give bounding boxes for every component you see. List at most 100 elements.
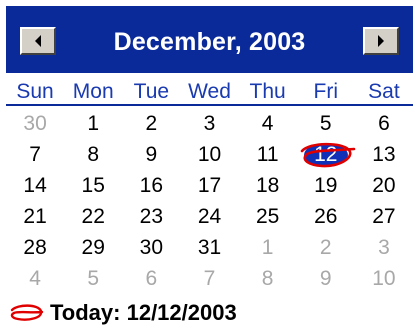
- day-cell[interactable]: 5: [297, 108, 355, 139]
- weekday-label: Sun: [16, 80, 54, 103]
- day-cell[interactable]: 10: [355, 263, 413, 294]
- day-cell[interactable]: 21: [6, 201, 64, 232]
- today-ring-icon: [10, 304, 44, 321]
- day-cell[interactable]: 10: [180, 139, 238, 170]
- day-cell[interactable]: 1: [64, 108, 122, 139]
- day-number: 14: [23, 174, 47, 197]
- day-number: 12: [314, 143, 338, 166]
- day-cell[interactable]: 22: [64, 201, 122, 232]
- day-cell[interactable]: 31: [180, 232, 238, 263]
- day-number: 7: [29, 143, 41, 166]
- day-number: 10: [197, 143, 222, 166]
- day-cell[interactable]: 4: [6, 263, 64, 294]
- day-number: 16: [139, 174, 164, 197]
- weekday-label: Fri: [313, 80, 339, 103]
- day-cell[interactable]: 7: [180, 263, 238, 294]
- weekday-label: Tue: [133, 80, 170, 103]
- day-cell[interactable]: 29: [64, 232, 122, 263]
- day-number: 20: [372, 174, 396, 197]
- day-cell[interactable]: 5: [64, 263, 122, 294]
- weekday-header: Sun Mon Tue Wed Thu Fri Sat: [6, 80, 413, 106]
- day-number: 4: [261, 112, 274, 135]
- day-cell[interactable]: 26: [297, 201, 355, 232]
- day-number: 28: [23, 236, 47, 259]
- day-number: 10: [372, 267, 396, 290]
- day-cell[interactable]: 6: [355, 108, 413, 139]
- day-number: 9: [319, 267, 332, 290]
- day-cell[interactable]: 20: [355, 170, 413, 201]
- day-cell[interactable]: 23: [122, 201, 180, 232]
- day-number: 30: [139, 236, 164, 259]
- right-arrow-icon: [378, 35, 384, 47]
- day-cell[interactable]: 9: [122, 139, 180, 170]
- day-number: 27: [372, 205, 396, 228]
- day-number: 1: [87, 112, 100, 135]
- day-number: 24: [197, 205, 222, 228]
- day-cell[interactable]: 30: [6, 108, 64, 139]
- day-number: 22: [81, 205, 105, 228]
- day-cell[interactable]: 27: [355, 201, 413, 232]
- day-number: 23: [139, 205, 164, 228]
- day-number: 4: [29, 267, 41, 290]
- today-label: Today: 12/12/2003: [50, 300, 237, 325]
- day-cell-today[interactable]: 12: [297, 139, 356, 170]
- day-cell[interactable]: 3: [355, 232, 413, 263]
- day-number: 13: [372, 143, 396, 166]
- day-number: 11: [256, 143, 279, 166]
- weekday-label: Mon: [72, 80, 114, 103]
- day-number: 31: [197, 236, 222, 259]
- weekday-label: Sat: [368, 80, 400, 103]
- day-cell[interactable]: 15: [64, 170, 122, 201]
- day-number: 6: [145, 267, 158, 290]
- calendar-title-bar: December, 2003: [0, 0, 419, 79]
- day-cell[interactable]: 2: [297, 232, 355, 263]
- day-cell[interactable]: 24: [180, 201, 238, 232]
- day-number: 15: [81, 174, 105, 197]
- day-cell[interactable]: 3: [180, 108, 238, 139]
- day-cell[interactable]: 4: [239, 108, 297, 139]
- day-cell[interactable]: 16: [122, 170, 180, 201]
- day-cell[interactable]: 18: [239, 170, 297, 201]
- day-cell[interactable]: 25: [239, 201, 297, 232]
- day-cell[interactable]: 7: [6, 139, 64, 170]
- day-cell[interactable]: 8: [64, 139, 122, 170]
- day-number: 3: [203, 112, 216, 135]
- day-number: 21: [23, 205, 47, 228]
- day-cell[interactable]: 11: [239, 139, 297, 170]
- day-number: 1: [261, 236, 274, 259]
- month-calendar: December, 2003 Sun Mon Tue Wed Thu Fri S…: [0, 0, 419, 330]
- day-number: 18: [255, 174, 280, 197]
- day-cell[interactable]: 19: [297, 170, 355, 201]
- day-number: 8: [87, 143, 100, 166]
- day-number: 2: [145, 112, 158, 135]
- calendar-title-background: December, 2003: [6, 6, 413, 73]
- day-cell[interactable]: 30: [122, 232, 180, 263]
- day-number: 9: [145, 143, 158, 166]
- day-number: 7: [203, 267, 216, 290]
- day-cell[interactable]: 1: [239, 232, 297, 263]
- day-number: 17: [197, 174, 222, 197]
- day-number: 8: [261, 267, 274, 290]
- day-number: 26: [314, 205, 338, 228]
- today-link[interactable]: Today: 12/12/2003: [8, 298, 237, 328]
- day-grid: 30 1 2 3 4 5 6 7 8 9 10 11 12 13 14 15 16 17 18 19 20 21 22 23 2…: [6, 108, 413, 294]
- day-number: 5: [319, 112, 332, 135]
- next-month-button[interactable]: [363, 27, 399, 55]
- month-year-title[interactable]: December, 2003: [6, 6, 413, 79]
- day-number: 29: [81, 236, 105, 259]
- day-cell[interactable]: 28: [6, 232, 64, 263]
- day-number: 2: [319, 236, 332, 259]
- day-number: 3: [378, 236, 390, 259]
- day-cell[interactable]: 6: [122, 263, 180, 294]
- day-cell[interactable]: 13: [355, 139, 413, 170]
- day-cell[interactable]: 8: [239, 263, 297, 294]
- day-cell[interactable]: 9: [297, 263, 355, 294]
- day-number: 6: [378, 112, 390, 135]
- day-cell[interactable]: 17: [180, 170, 238, 201]
- weekday-label: Thu: [249, 80, 286, 103]
- day-number: 30: [23, 112, 47, 135]
- day-cell[interactable]: 14: [6, 170, 64, 201]
- day-number: 5: [87, 267, 100, 290]
- day-cell[interactable]: 2: [122, 108, 180, 139]
- weekday-label: Wed: [188, 80, 231, 103]
